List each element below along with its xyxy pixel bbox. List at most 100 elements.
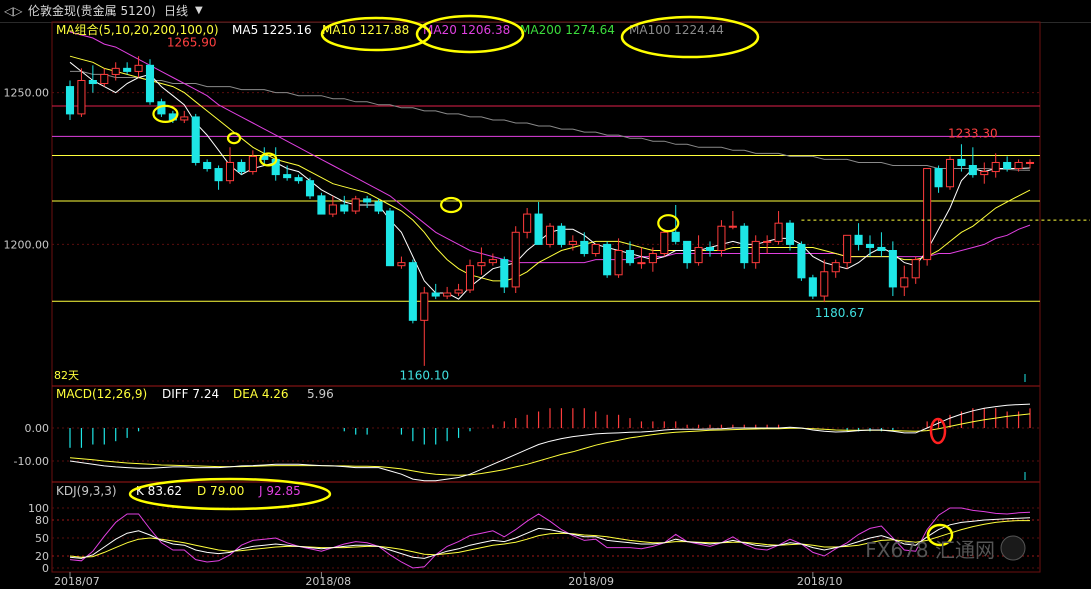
candle-body <box>294 177 303 182</box>
kdj-tick-label: 0 <box>42 562 49 575</box>
candle-body <box>968 165 977 176</box>
macd-value: 5.96 <box>307 387 334 401</box>
ma5-legend: MA5 1225.16 <box>232 23 312 37</box>
candle-body <box>865 243 875 248</box>
candle-body <box>65 86 75 115</box>
candle-body <box>477 262 486 267</box>
candle-body <box>877 246 886 251</box>
price-chart[interactable]: 1250.00 1200.00 1265.90 1160.10 1180.67 1233.… <box>0 0 1091 589</box>
price-tick-label: 1250.00 <box>4 87 50 100</box>
candle-body <box>397 262 406 267</box>
candle-body <box>637 262 646 265</box>
candle-body <box>88 80 97 85</box>
candle-body <box>500 259 509 288</box>
candle-body <box>180 116 189 121</box>
price-tick-label: 1200.00 <box>4 238 50 251</box>
macd-diff-value: DIFF 7.24 <box>162 387 219 401</box>
candle-body <box>568 240 577 245</box>
candle-body <box>225 161 235 182</box>
candle-body <box>625 250 635 264</box>
candle-body <box>751 240 760 264</box>
kdj-tick-label: 50 <box>35 532 49 545</box>
candle-body <box>214 168 223 182</box>
candle-body <box>923 168 932 261</box>
kdj-tick-label: 80 <box>35 514 49 527</box>
candle-body <box>111 67 120 75</box>
candle-body <box>1003 161 1012 170</box>
candle-body <box>808 277 817 297</box>
ma5-line <box>69 61 1031 300</box>
candle-body <box>283 174 292 179</box>
high-price-label: 1233.30 <box>948 126 998 140</box>
candle-body <box>328 204 337 215</box>
candle-body <box>191 116 200 163</box>
highlight-circle <box>226 132 242 145</box>
candle-body <box>705 246 715 251</box>
macd-label: MACD(12,26,9) <box>56 387 147 401</box>
candle-body <box>488 259 497 264</box>
candle-body <box>854 234 863 245</box>
x-axis-label: 2018/10 <box>797 575 843 588</box>
high-price-label: 1265.90 <box>167 35 217 49</box>
candle-body <box>980 171 989 176</box>
ma10-legend: MA10 1217.88 <box>322 23 409 37</box>
ma200-legend: MA200 1274.64 <box>520 23 615 37</box>
candle-body <box>763 240 772 243</box>
candle-body <box>694 246 703 264</box>
candle-body <box>934 168 943 188</box>
candle-body <box>374 201 383 212</box>
candle-body <box>557 225 566 245</box>
candle-body <box>911 259 920 279</box>
candle-body <box>351 198 360 212</box>
candle-body <box>77 80 86 115</box>
candle-body <box>145 64 155 103</box>
candle-body <box>774 222 783 242</box>
low-price-label: 1180.67 <box>815 306 865 320</box>
x-axis-label: 2018/07 <box>54 575 100 588</box>
macd-tick-label: -10.00 <box>14 455 49 468</box>
candle-body <box>888 250 897 288</box>
ma-group-label: MA组合(5,10,20,200,100,0) <box>56 22 219 37</box>
candle-body <box>123 67 132 72</box>
macd-tick-label: 0.00 <box>25 422 50 435</box>
candle-body <box>843 234 852 264</box>
candle-body <box>454 289 463 294</box>
candle-body <box>340 204 349 212</box>
low-price-label: 1160.10 <box>399 369 449 383</box>
candle-body <box>831 262 840 273</box>
candle-body <box>671 231 680 242</box>
x-axis-label: 2018/08 <box>305 575 351 588</box>
candle-body <box>465 265 475 291</box>
candle-body <box>717 225 726 251</box>
candle-body <box>385 210 395 267</box>
candle-body <box>591 243 600 255</box>
watermark-text: FX678 汇通网 <box>865 538 995 562</box>
watermark-icon <box>1000 535 1026 561</box>
candle-body <box>363 198 372 203</box>
candle-body <box>991 161 1000 173</box>
candle-body <box>785 222 795 245</box>
candle-body <box>443 292 452 297</box>
candle-body <box>660 231 669 255</box>
candle-body <box>900 277 909 288</box>
kdj-j-value: J 92.85 <box>258 484 301 498</box>
candle-body <box>648 253 657 264</box>
kdj-d-value: D 79.00 <box>197 484 244 498</box>
days-count-label: 82天 <box>54 369 79 382</box>
ma20-legend: MA20 1206.38 <box>423 23 510 37</box>
highlight-circle <box>440 196 463 214</box>
candle-body <box>511 231 520 288</box>
x-axis-label: 2018/09 <box>568 575 614 588</box>
candle-body <box>945 158 955 188</box>
candle-body <box>523 213 532 233</box>
candle-body <box>1025 161 1035 164</box>
candle-body <box>728 225 737 228</box>
candle-body <box>1014 161 1023 170</box>
ma100-legend: MA100 1224.44 <box>629 23 724 37</box>
candle-body <box>740 225 749 264</box>
candle-body <box>580 240 589 255</box>
candle-body <box>820 271 829 297</box>
candle-body <box>305 180 315 197</box>
candle-body <box>431 292 440 297</box>
candle-body <box>237 161 246 173</box>
